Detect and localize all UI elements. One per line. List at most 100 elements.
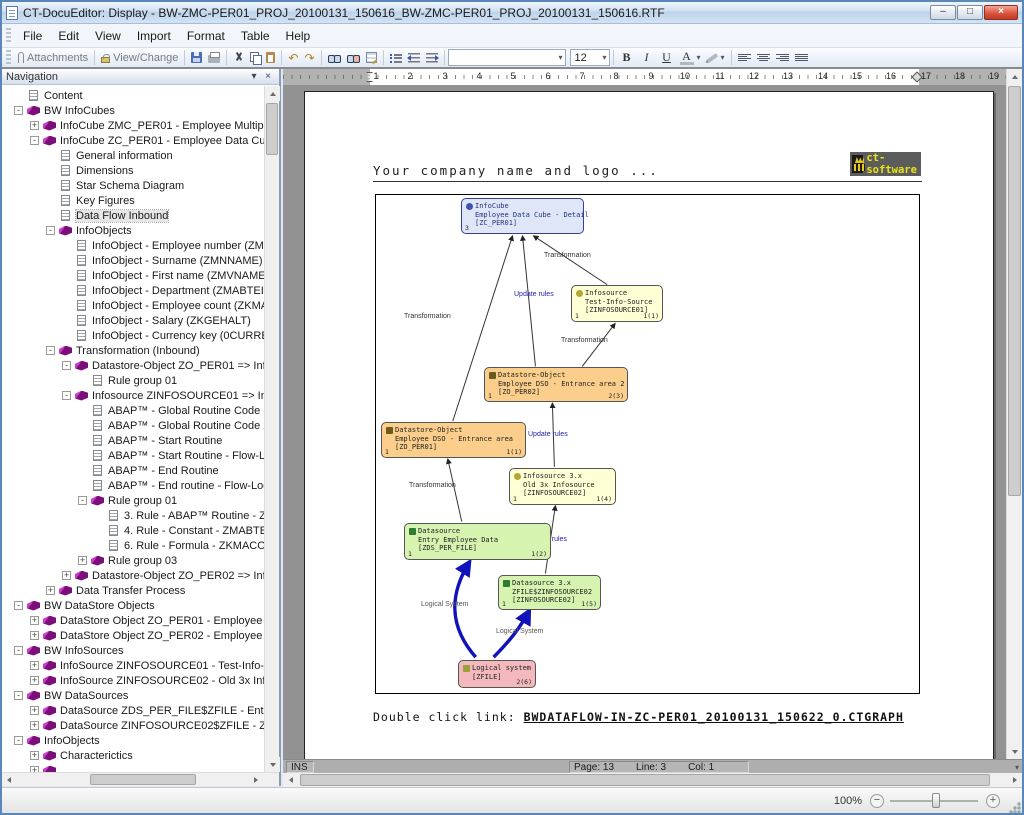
- tree-item[interactable]: Key Figures: [14, 193, 264, 208]
- expander-icon[interactable]: -: [14, 601, 23, 610]
- ctgraph-link[interactable]: BWDATAFLOW-IN-ZC-PER01_20100131_150622_0…: [524, 710, 904, 724]
- tree-item[interactable]: +DataStore Object ZO_PER02 - Employee DS…: [14, 628, 264, 643]
- tree-item[interactable]: +: [14, 763, 264, 772]
- scrollbar-thumb[interactable]: [300, 774, 990, 786]
- menu-import[interactable]: Import: [129, 26, 179, 46]
- find-button[interactable]: [325, 48, 344, 67]
- bullet-list-button[interactable]: [387, 48, 405, 67]
- tree-item[interactable]: InfoObject - Salary (ZKGEHALT): [14, 313, 264, 328]
- close-button[interactable]: ×: [984, 5, 1018, 20]
- tree-item[interactable]: -InfoObjects: [14, 733, 264, 748]
- expander-icon[interactable]: +: [30, 631, 39, 640]
- nav-horizontal-scrollbar[interactable]: [2, 772, 279, 786]
- tree-item[interactable]: Rule group 01: [14, 373, 264, 388]
- tree-item[interactable]: InfoObject - Surname (ZMNNAME): [14, 253, 264, 268]
- expander-icon[interactable]: -: [14, 106, 23, 115]
- tree-item[interactable]: InfoObject - Employee number (ZMPE: [14, 238, 264, 253]
- scrollbar-thumb[interactable]: [1008, 86, 1021, 496]
- tree-item[interactable]: InfoObject - Employee count (ZKMAC: [14, 298, 264, 313]
- find-next-button[interactable]: [344, 48, 363, 67]
- italic-button[interactable]: I: [637, 48, 657, 67]
- tree-item[interactable]: +DataSource ZDS_PER_FILE$ZFILE - Entry E…: [14, 703, 264, 718]
- expander-icon[interactable]: -: [46, 226, 55, 235]
- tree-item[interactable]: General information: [14, 148, 264, 163]
- nav-vertical-scrollbar[interactable]: [264, 86, 279, 772]
- expander-icon[interactable]: +: [78, 556, 87, 565]
- document-horizontal-scrollbar[interactable]: [283, 773, 1022, 787]
- tree-item[interactable]: +Datastore-Object ZO_PER02 => InfoCu: [14, 568, 264, 583]
- scroll-down-button[interactable]: [1007, 744, 1022, 759]
- zoom-in-button[interactable]: +: [986, 794, 1000, 808]
- scroll-up-button[interactable]: [1007, 69, 1022, 84]
- expander-icon[interactable]: -: [62, 391, 71, 400]
- scrollbar-thumb[interactable]: [90, 774, 196, 785]
- expander-icon[interactable]: +: [30, 721, 39, 730]
- tree-item[interactable]: Dimensions: [14, 163, 264, 178]
- tree-item[interactable]: ABAP™ - End Routine: [14, 463, 264, 478]
- tree-item[interactable]: 6. Rule - Formula - ZKMACOUN: [14, 538, 264, 553]
- expander-icon[interactable]: -: [14, 691, 23, 700]
- maximize-button[interactable]: □: [957, 5, 983, 20]
- tree-item[interactable]: -BW InfoCubes: [14, 103, 264, 118]
- tree-item[interactable]: InfoObject - Department (ZMABTEIL): [14, 283, 264, 298]
- scroll-right-button[interactable]: [249, 773, 263, 786]
- expander-icon[interactable]: +: [46, 586, 55, 595]
- tree-item[interactable]: -Infosource ZINFOSOURCE01 => InfoC: [14, 388, 264, 403]
- expander-icon[interactable]: -: [30, 136, 39, 145]
- expander-icon[interactable]: +: [30, 121, 39, 130]
- tree-item[interactable]: ABAP™ - Global Routine Code 1: [14, 403, 264, 418]
- tree-item[interactable]: ABAP™ - Global Routine Code 2: [14, 418, 264, 433]
- expander-icon[interactable]: -: [46, 346, 55, 355]
- tree-item[interactable]: +InfoSource ZINFOSOURCE02 - Old 3x Infos…: [14, 673, 264, 688]
- copy-button[interactable]: [247, 48, 263, 67]
- scroll-right-button[interactable]: [1007, 773, 1022, 786]
- tree-item[interactable]: +DataStore Object ZO_PER01 - Employee DS…: [14, 613, 264, 628]
- panel-pin-button[interactable]: ▾: [247, 70, 261, 84]
- tree-item[interactable]: -Datastore-Object ZO_PER01 => InfoCu: [14, 358, 264, 373]
- attachments-button[interactable]: Attachments: [15, 48, 91, 67]
- scroll-left-button[interactable]: [2, 773, 16, 786]
- expander-icon[interactable]: -: [14, 646, 23, 655]
- save-button[interactable]: [188, 48, 205, 67]
- tree-item[interactable]: -Transformation (Inbound): [14, 343, 264, 358]
- tree-item[interactable]: -InfoObjects: [14, 223, 264, 238]
- scrollbar-thumb[interactable]: [266, 103, 278, 155]
- tree-item[interactable]: -BW InfoSources: [14, 643, 264, 658]
- bold-button[interactable]: B: [617, 48, 637, 67]
- menu-edit[interactable]: Edit: [50, 26, 87, 46]
- zoom-out-button[interactable]: −: [870, 794, 884, 808]
- tree-item[interactable]: +InfoCube ZMC_PER01 - Employee Multiprov…: [14, 118, 264, 133]
- tree-item[interactable]: ABAP™ - Start Routine: [14, 433, 264, 448]
- expander-icon[interactable]: +: [30, 661, 39, 670]
- tree-item[interactable]: InfoObject - First name (ZMVNAME): [14, 268, 264, 283]
- tree-item[interactable]: -InfoCube ZC_PER01 - Employee Data Cube …: [14, 133, 264, 148]
- tree-item[interactable]: +Characterictics: [14, 748, 264, 763]
- tree-item[interactable]: 4. Rule - Constant - ZMABTEIL: [14, 523, 264, 538]
- view-change-button[interactable]: View/Change: [98, 48, 181, 67]
- align-center-button[interactable]: [754, 48, 773, 67]
- expander-icon[interactable]: -: [62, 361, 71, 370]
- paste-button[interactable]: [263, 48, 278, 67]
- statusbar-options-arrow[interactable]: ▾: [1015, 763, 1019, 772]
- font-size-select[interactable]: 12 ▾: [570, 49, 610, 66]
- tree-item[interactable]: +Rule group 03: [14, 553, 264, 568]
- scroll-left-button[interactable]: [283, 773, 298, 786]
- expander-icon[interactable]: -: [14, 736, 23, 745]
- menu-format[interactable]: Format: [179, 26, 233, 46]
- undo-button[interactable]: ↶: [285, 48, 301, 67]
- tree-item[interactable]: -BW DataStore Objects: [14, 598, 264, 613]
- expander-icon[interactable]: +: [62, 571, 71, 580]
- indent-button[interactable]: [423, 48, 441, 67]
- menu-file[interactable]: File: [15, 26, 50, 46]
- scroll-down-button[interactable]: [265, 757, 280, 772]
- align-right-button[interactable]: [773, 48, 792, 67]
- tree-item[interactable]: +Data Transfer Process: [14, 583, 264, 598]
- zoom-slider-thumb[interactable]: [932, 793, 940, 808]
- tree-item[interactable]: +DataSource ZINFOSOURCE02$ZFILE - ZFILE$…: [14, 718, 264, 733]
- tree-item[interactable]: +InfoSource ZINFOSOURCE01 - Test-Info-So…: [14, 658, 264, 673]
- menu-table[interactable]: Table: [233, 26, 278, 46]
- cut-button[interactable]: [230, 48, 247, 67]
- expander-icon[interactable]: -: [78, 496, 87, 505]
- expander-icon[interactable]: +: [30, 751, 39, 760]
- menu-help[interactable]: Help: [278, 26, 319, 46]
